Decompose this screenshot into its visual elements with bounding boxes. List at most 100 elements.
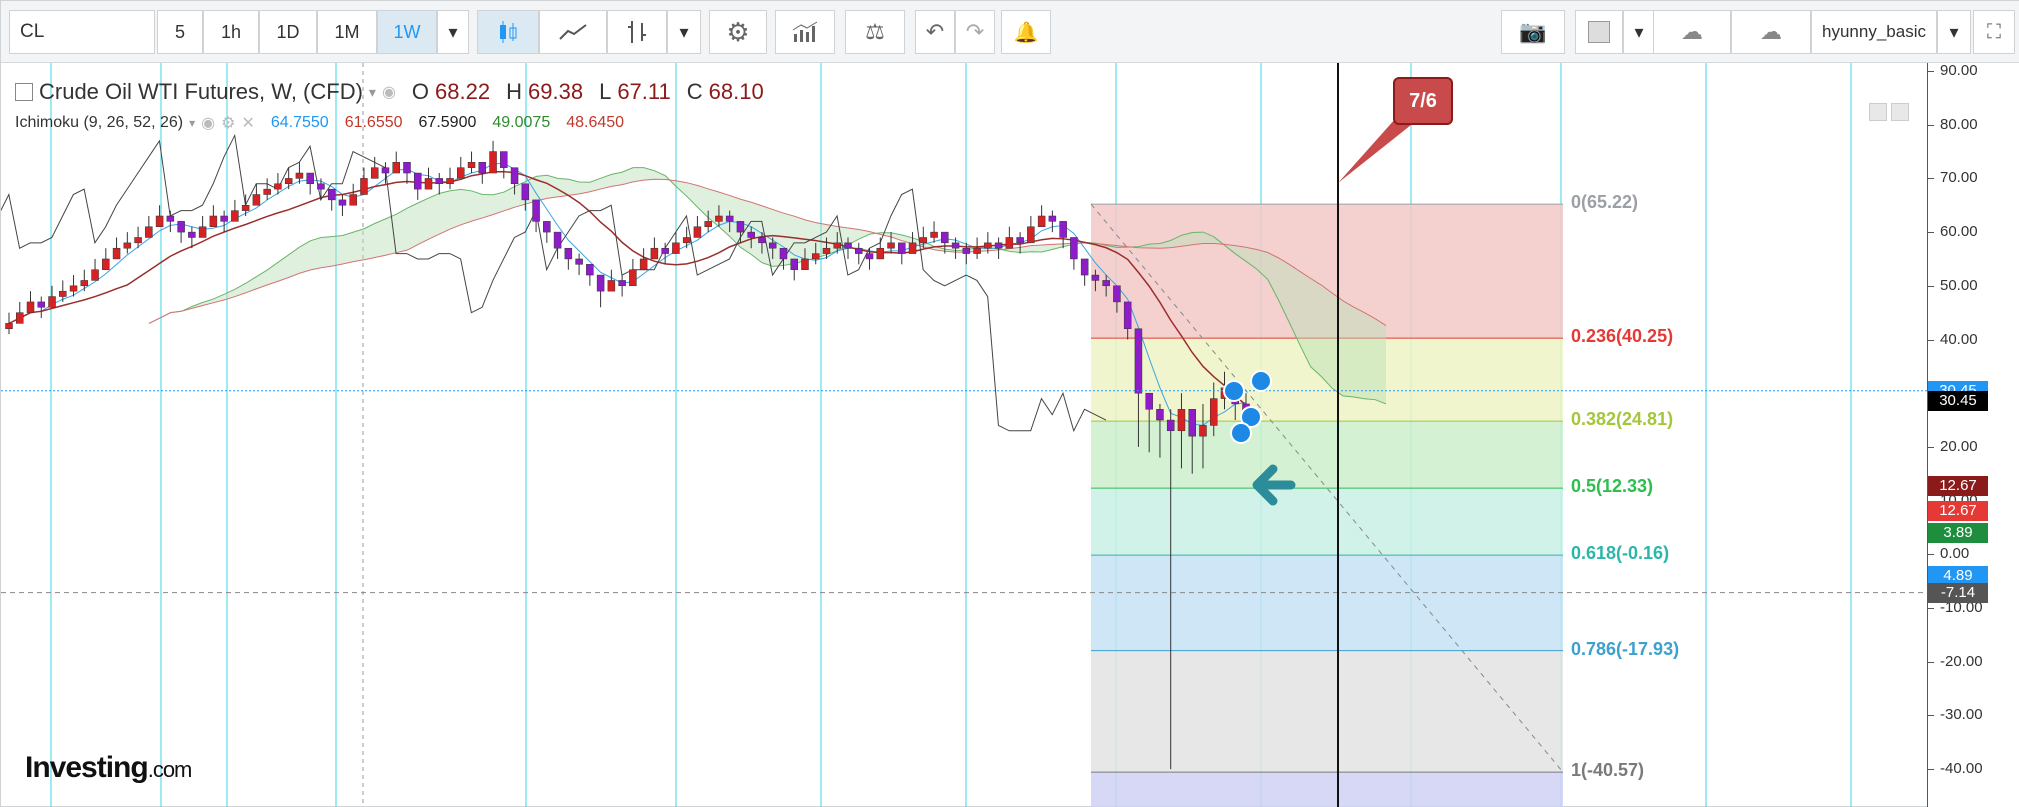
save-layout-button[interactable]: ☁: [1731, 10, 1811, 54]
color-button[interactable]: [1575, 10, 1623, 54]
cloud-download-icon: ☁: [1681, 19, 1703, 44]
candle-body: [188, 231, 196, 238]
candle-body: [327, 188, 336, 201]
interval-1d[interactable]: 1D: [259, 10, 317, 54]
interval-1w[interactable]: 1W: [377, 10, 437, 54]
fib-label: 0.236(40.25): [1571, 326, 1674, 347]
chevron-down-icon[interactable]: ▾: [189, 116, 195, 130]
candle-body: [747, 231, 755, 238]
candle-body: [392, 162, 400, 174]
chevron-down-icon[interactable]: ▾: [369, 84, 376, 101]
chevron-down-icon: ▾: [1949, 21, 1959, 42]
scroll-up-icon[interactable]: [1891, 103, 1909, 121]
alert-button[interactable]: 🔔: [1001, 10, 1051, 54]
candle-body: [435, 178, 444, 185]
eye-icon[interactable]: ◉: [382, 82, 396, 102]
load-layout-button[interactable]: ☁: [1653, 10, 1731, 54]
fullscreen-icon: ⛶: [1987, 20, 2001, 43]
ichimoku-span-a: 49.0075: [492, 114, 551, 131]
open-label: O: [411, 79, 430, 104]
color-icon: [1588, 21, 1610, 43]
candle-body: [263, 188, 271, 195]
close-icon[interactable]: ✕: [241, 113, 254, 133]
settings-button[interactable]: ⚙: [709, 10, 767, 54]
fullscreen-button[interactable]: ⛶: [1973, 10, 2015, 54]
candle-body: [1027, 226, 1035, 244]
price-axis[interactable]: 90.0080.0070.0060.0050.0040.0030.0020.00…: [1927, 62, 2019, 807]
candle-body: [241, 205, 250, 211]
candle-body: [930, 231, 938, 238]
scroll-buttons: [1869, 103, 1909, 121]
price-plot[interactable]: [1, 63, 1927, 807]
candle-body: [1145, 392, 1153, 410]
price-badge: -7.14: [1928, 582, 1988, 603]
candle-body: [48, 296, 56, 308]
candles-icon: [500, 21, 517, 43]
bar-chart-button[interactable]: [607, 10, 667, 54]
date-flag[interactable]: 7/6: [1393, 77, 1453, 125]
candles-button[interactable]: [477, 10, 539, 54]
candle-body: [898, 242, 906, 254]
candle-body: [91, 269, 99, 281]
interval-dropdown[interactable]: ▾: [437, 10, 469, 54]
interval-1h[interactable]: 1h: [203, 10, 259, 54]
redo-button[interactable]: ↷: [955, 10, 995, 54]
fib-zone: [1091, 772, 1563, 807]
interval-5[interactable]: 5: [157, 10, 203, 54]
candle-body: [1102, 280, 1110, 287]
candle-body: [1134, 328, 1143, 394]
scroll-down-icon[interactable]: [1869, 103, 1887, 121]
collapse-icon[interactable]: [15, 83, 33, 101]
ichimoku-base-line: [8, 170, 1247, 406]
indicators-button[interactable]: [775, 10, 835, 54]
candle-body: [403, 162, 411, 174]
p-marker: [1250, 370, 1272, 392]
fib-zone: [1091, 650, 1563, 773]
undo-button[interactable]: ↶: [915, 10, 955, 54]
candle-body: [284, 178, 293, 185]
fib-zone: [1091, 421, 1563, 489]
candle-body: [833, 242, 842, 249]
chart-app: CL 5 1h 1D 1M 1W ▾ ▾ ⚙ ⚖ ↶ ↷ 🔔 📷 ▾ ☁ ☁ h…: [0, 0, 2019, 807]
candle-body: [413, 172, 422, 190]
candle-body: [69, 285, 78, 292]
candle-body: [1091, 274, 1100, 281]
eye-icon[interactable]: ◉: [201, 113, 215, 133]
settings-icon[interactable]: ⚙: [221, 113, 235, 133]
candle-body: [672, 242, 680, 254]
candle-body: [5, 323, 13, 330]
candle-body: [994, 242, 1003, 249]
fib-label: 0(65.22): [1571, 192, 1639, 213]
candle-body: [306, 172, 314, 185]
chevron-down-icon: ▾: [1634, 21, 1644, 42]
candle-body: [941, 231, 949, 244]
screenshot-button[interactable]: 📷: [1501, 10, 1565, 54]
compare-button[interactable]: ⚖: [845, 10, 905, 54]
candle-body: [16, 312, 24, 324]
compare-icon: ⚖: [865, 19, 885, 44]
candle-body: [618, 280, 626, 287]
candle-body: [209, 215, 218, 227]
legend-title: Crude Oil WTI Futures, W, (CFD): [39, 79, 363, 104]
candle-body: [1199, 425, 1207, 437]
symbol-input[interactable]: CL: [9, 10, 155, 54]
date-flag-pointer: [1338, 118, 1411, 183]
candle-body: [446, 178, 454, 185]
interval-1m[interactable]: 1M: [317, 10, 377, 54]
candle-body: [424, 178, 433, 190]
color-dropdown[interactable]: ▾: [1623, 10, 1655, 54]
candle-body: [123, 242, 132, 249]
chart-type-dropdown[interactable]: ▾: [667, 10, 701, 54]
user-button[interactable]: hyunny_basic: [1811, 10, 1937, 54]
candle-body: [500, 151, 508, 168]
candle-body: [1209, 398, 1218, 426]
undo-icon: ↶: [925, 19, 945, 44]
candle-body: [1113, 285, 1121, 303]
chart-area[interactable]: Crude Oil WTI Futures, W, (CFD) ▾ ◉ O 68.…: [1, 62, 2019, 807]
candle-body: [26, 301, 35, 313]
candle-body: [661, 247, 669, 254]
user-dropdown[interactable]: ▾: [1937, 10, 1971, 54]
line-chart-button[interactable]: [539, 10, 607, 54]
candle-body: [478, 162, 487, 174]
candle-body: [887, 242, 895, 249]
